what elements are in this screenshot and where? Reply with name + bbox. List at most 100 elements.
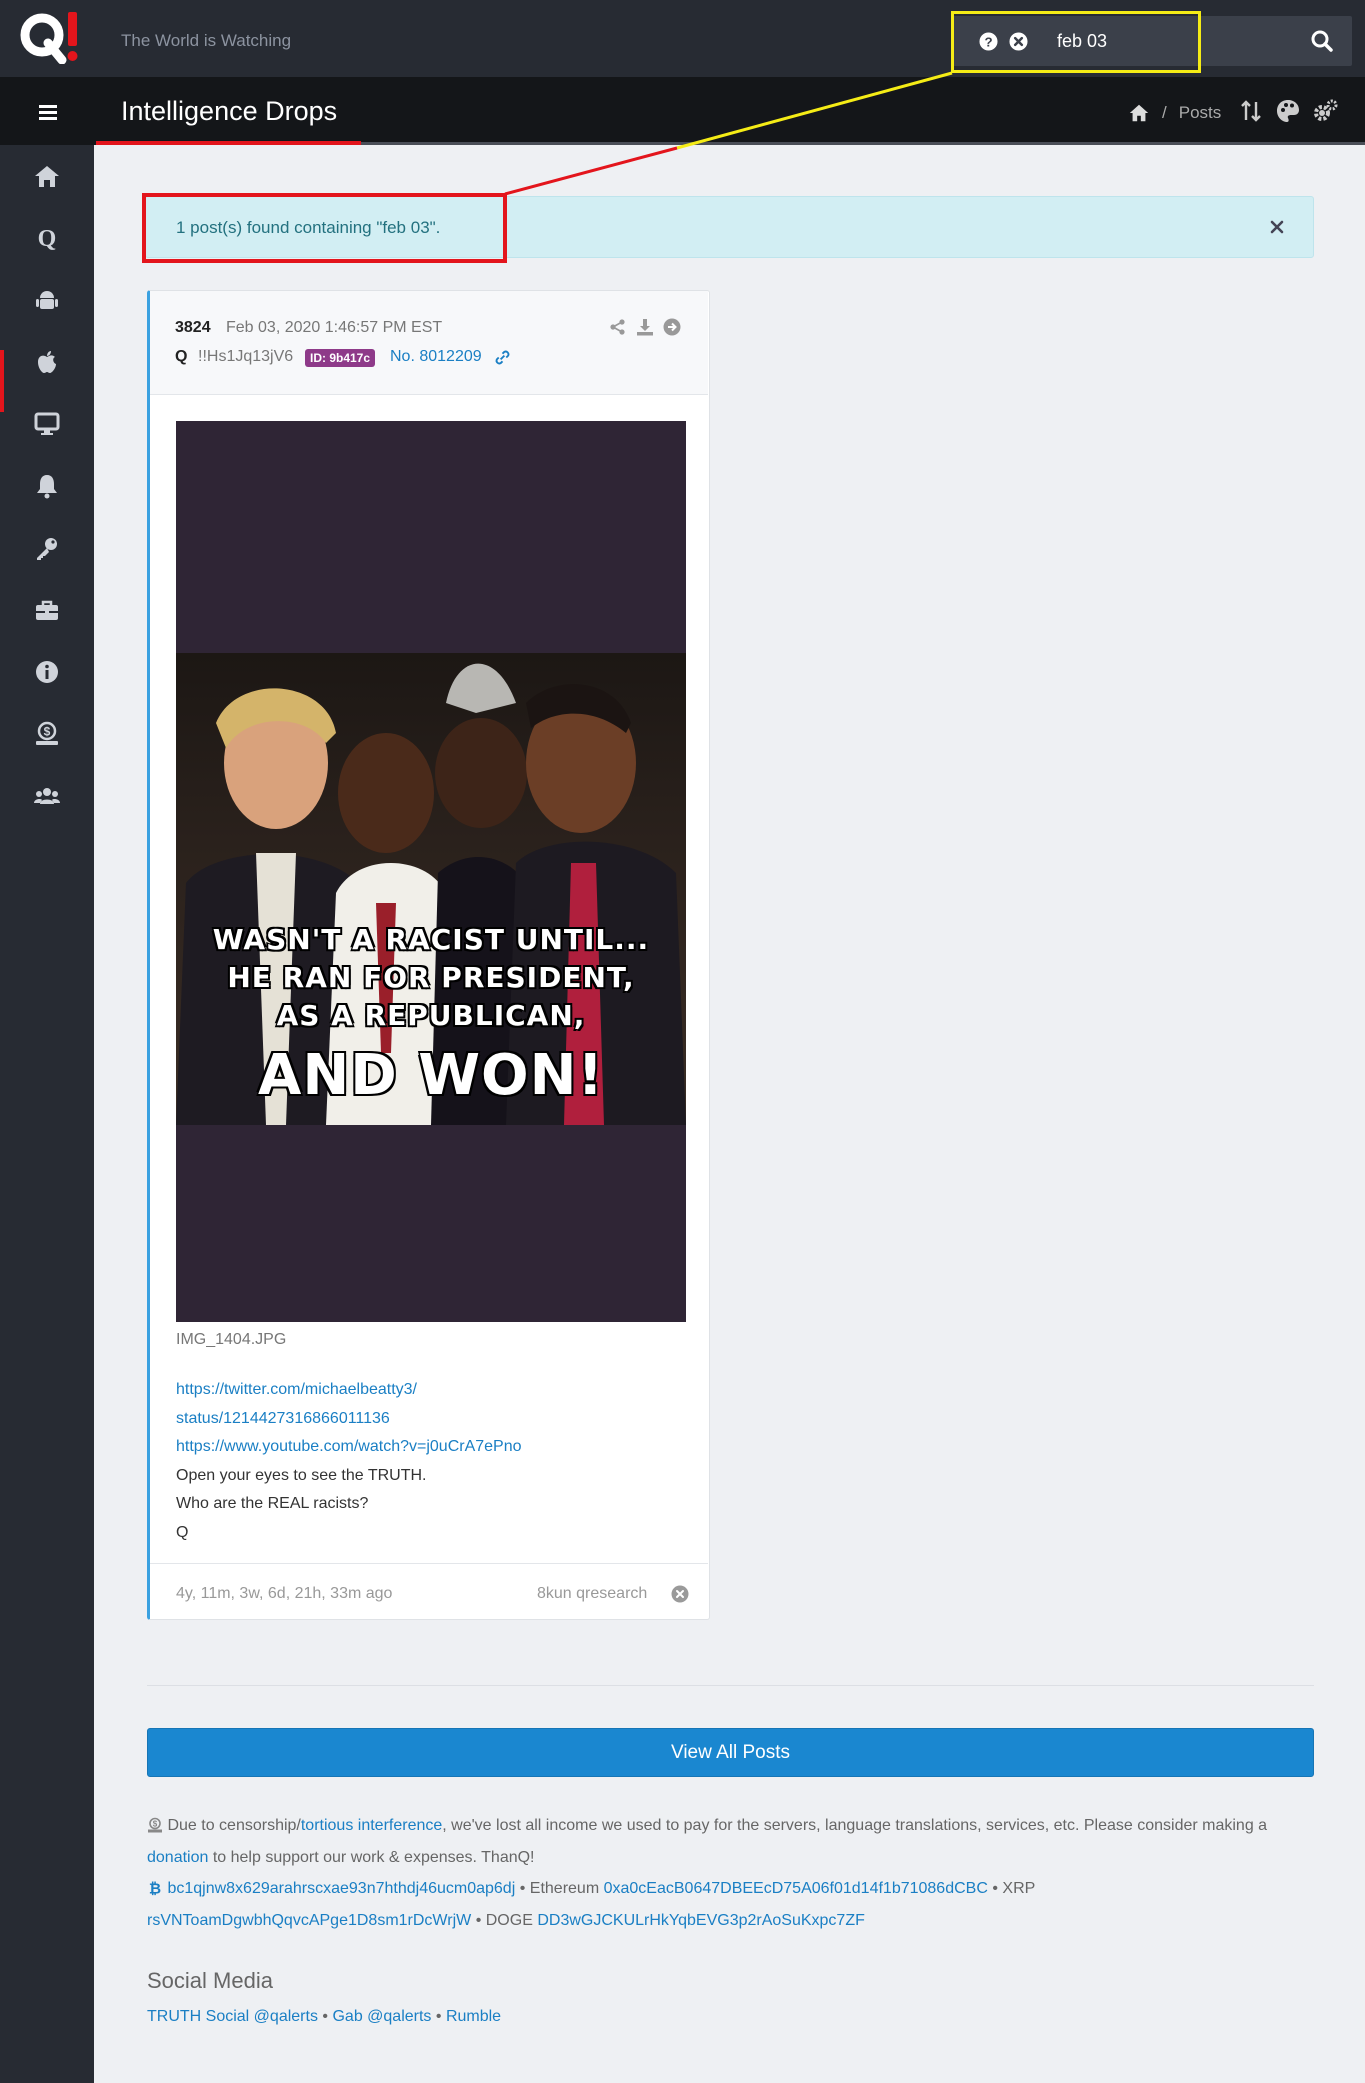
bullet: • xyxy=(475,1911,482,1929)
sidebar-item-notifications[interactable] xyxy=(0,455,94,517)
sidebar-item-toolbox[interactable] xyxy=(0,579,94,641)
title-accent-underline xyxy=(96,141,361,145)
sidebar-item-donate[interactable]: $ xyxy=(0,703,94,765)
truth-social-link[interactable]: TRUTH Social @qalerts xyxy=(147,2008,318,2025)
search-icon[interactable] xyxy=(1309,28,1335,54)
users-icon xyxy=(34,788,60,804)
apple-icon xyxy=(38,351,56,373)
gab-link[interactable]: Gab @qalerts xyxy=(332,2008,431,2025)
toolbox-icon xyxy=(36,600,58,620)
toolbar xyxy=(1238,98,1338,124)
breadcrumb-current: Posts xyxy=(1178,103,1222,122)
q-icon: Q xyxy=(38,226,57,252)
header-rule xyxy=(361,142,1365,145)
link-icon[interactable] xyxy=(494,349,511,366)
post-date: Feb 03, 2020 1:46:57 PM EST xyxy=(226,319,443,336)
svg-text:Q: Q xyxy=(38,226,57,252)
bitcoin-icon: ₿ xyxy=(147,1880,163,1896)
close-icon[interactable] xyxy=(1267,217,1287,237)
rumble-link[interactable]: Rumble xyxy=(446,2008,501,2025)
doge-address[interactable]: DD3wGJCKULrHkYqbEVG3p2rAoSuKxpc7ZF xyxy=(537,1912,865,1929)
page-title: Intelligence Drops xyxy=(121,96,338,126)
section-divider xyxy=(147,1685,1314,1686)
page-header-bar: Intelligence Drops / Posts xyxy=(0,77,1365,145)
sidebar-item-q[interactable]: Q xyxy=(0,207,94,269)
settings-gears-icon[interactable] xyxy=(1312,98,1338,124)
q-logo[interactable] xyxy=(18,10,82,64)
donate-icon: $ xyxy=(147,1817,163,1833)
twitter-link-part2[interactable]: status/1214427316866011136 xyxy=(176,1405,686,1434)
sidebar-item-apple[interactable] xyxy=(0,331,94,393)
post-tripcode: !!Hs1Jq13jV6 xyxy=(198,348,294,365)
donation-notice: $ Due to censorship/tortious interferenc… xyxy=(147,1810,1327,1936)
bullet: • xyxy=(992,1880,998,1897)
sort-icon[interactable] xyxy=(1238,98,1264,124)
meme-line-3: AS A REPUBLICAN, xyxy=(276,999,586,1032)
sidebar-item-android[interactable] xyxy=(0,269,94,331)
notice-text: Due to censorship/ xyxy=(167,1817,301,1834)
hamburger-menu-icon[interactable] xyxy=(30,97,66,127)
post-text-line: Who are the REAL racists? xyxy=(176,1495,369,1512)
meme-line-4: AND WON! xyxy=(258,1043,604,1108)
social-links: TRUTH Social @qalerts • Gab @qalerts • R… xyxy=(147,2008,501,2026)
post-source-link[interactable]: No. 8012209 xyxy=(390,348,482,366)
tortious-interference-link[interactable]: tortious interference xyxy=(301,1817,442,1834)
svg-text:$: $ xyxy=(153,1820,158,1829)
post-footer: 4y, 11m, 3w, 6d, 21h, 33m ago 8kun qrese… xyxy=(150,1563,708,1620)
svg-text:$: $ xyxy=(44,725,51,739)
post-image[interactable]: WASN'T A RACIST UNTIL... HE RAN FOR PRES… xyxy=(176,421,686,1322)
btc-address[interactable]: bc1qjnw8x629arahrscxae93n7hthdj46ucm0ap6… xyxy=(167,1880,515,1897)
sidebar-item-info[interactable] xyxy=(0,641,94,703)
palette-icon[interactable] xyxy=(1275,98,1301,124)
sidebar-item-desktop[interactable] xyxy=(0,393,94,455)
breadcrumb-home-icon[interactable] xyxy=(1128,102,1150,124)
arrow-right-icon[interactable] xyxy=(663,318,681,336)
view-all-posts-button[interactable]: View All Posts xyxy=(147,1728,1314,1777)
sidebar: Q $ xyxy=(0,145,94,2083)
desktop-icon xyxy=(34,412,60,435)
post-id-badge: ID: 9b417c xyxy=(305,349,376,367)
post-age: 4y, 11m, 3w, 6d, 21h, 33m ago xyxy=(176,1585,393,1602)
svg-text:₿: ₿ xyxy=(149,1880,161,1896)
doge-label: DOGE xyxy=(485,1911,533,1929)
key-icon xyxy=(37,538,57,560)
info-icon xyxy=(36,661,58,683)
post-source-board: 8kun qresearch xyxy=(537,1585,648,1602)
donate-icon: $ xyxy=(36,721,58,745)
breadcrumb: / Posts xyxy=(1128,101,1221,125)
youtube-link[interactable]: https://www.youtube.com/watch?v=j0uCrA7e… xyxy=(176,1433,686,1462)
post-text-line: Open your eyes to see the TRUTH. xyxy=(176,1466,427,1484)
post-card: 3824 Feb 03, 2020 1:46:57 PM EST Q !!Hs1… xyxy=(147,290,710,1620)
top-bar: The World is Watching ? xyxy=(0,0,1365,77)
sidebar-item-key[interactable] xyxy=(0,517,94,579)
android-icon xyxy=(36,291,58,309)
meme-line-2: HE RAN FOR PRESIDENT, xyxy=(227,961,635,994)
download-icon[interactable] xyxy=(636,318,654,336)
home-icon xyxy=(35,166,59,187)
breadcrumb-separator: / xyxy=(1162,103,1167,122)
xrp-label: XRP xyxy=(1002,1880,1036,1897)
post-author: Q xyxy=(175,348,188,365)
post-header: 3824 Feb 03, 2020 1:46:57 PM EST Q !!Hs1… xyxy=(150,291,708,395)
result-highlight-annotation xyxy=(142,193,507,263)
image-filename: IMG_1404.JPG xyxy=(176,1331,287,1348)
bell-icon xyxy=(37,475,57,499)
meme-caption: WASN'T A RACIST UNTIL... HE RAN FOR PRES… xyxy=(176,921,686,1113)
post-actions xyxy=(609,318,681,336)
close-circle-icon[interactable] xyxy=(671,1585,689,1603)
sidebar-item-home[interactable] xyxy=(0,145,94,207)
social-media-heading: Social Media xyxy=(147,1968,273,1993)
share-icon[interactable] xyxy=(609,318,627,336)
twitter-link-part1[interactable]: https://twitter.com/michaelbeatty3/ xyxy=(176,1376,686,1405)
sidebar-item-users[interactable] xyxy=(0,765,94,827)
eth-label: Ethereum xyxy=(529,1880,600,1897)
xrp-address[interactable]: rsVNToamDgwbhQqvcAPge1D8sm1rDcWrjW xyxy=(147,1912,471,1929)
post-body: https://twitter.com/michaelbeatty3/ stat… xyxy=(176,1376,686,1547)
eth-address[interactable]: 0xa0cEacB0647DBEEcD75A06f01d14f1b71086dC… xyxy=(604,1880,988,1897)
post-signature: Q xyxy=(176,1523,189,1541)
bullet: • xyxy=(519,1880,526,1897)
notice-text: to help support our work & expenses. Tha… xyxy=(208,1848,535,1866)
donation-link[interactable]: donation xyxy=(147,1849,208,1866)
site-tagline: The World is Watching xyxy=(121,31,292,50)
notice-text: , we've lost all income we used to pay f… xyxy=(442,1817,1268,1834)
